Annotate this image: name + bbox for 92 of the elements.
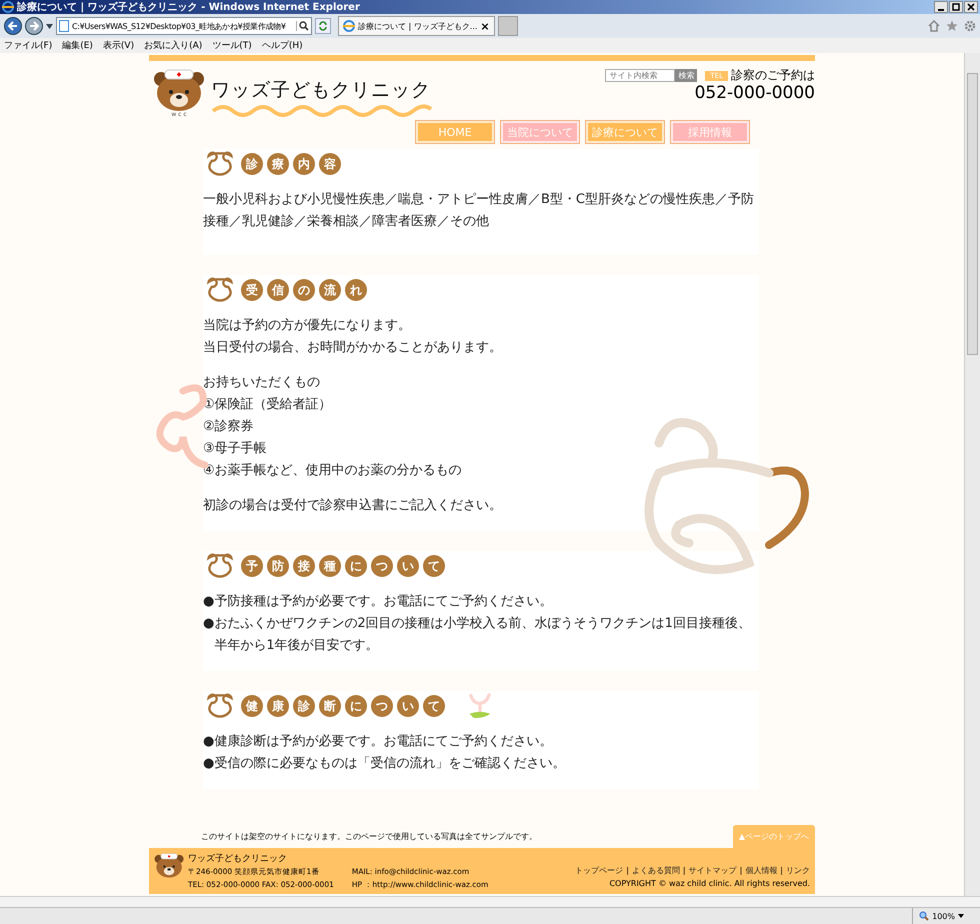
heading-character: い — [397, 555, 419, 577]
footer-link[interactable]: よくある質問 — [632, 864, 680, 877]
body-text: 予防接種は予約が必要です。お電話にてご予約ください。 — [214, 593, 552, 611]
clinic-name: ワッズ子どもクリニック — [188, 852, 288, 865]
heading-character: 接 — [293, 555, 315, 577]
maximize-icon — [952, 3, 960, 11]
search-button[interactable]: 検索 — [675, 69, 698, 82]
heading-character: 容 — [319, 153, 341, 175]
heading-character: つ — [371, 695, 393, 717]
star-icon — [946, 20, 958, 32]
forward-button[interactable] — [25, 17, 43, 35]
body-text: 健康診断は予約が必要です。お電話にてご予約ください。 — [214, 733, 552, 751]
body-text: お持ちいただくもの — [203, 374, 321, 392]
menu-item[interactable]: ヘルプ(H) — [262, 39, 303, 52]
heading-character: 受 — [241, 279, 263, 301]
footer-link[interactable]: 個人情報 — [745, 864, 778, 877]
back-arrow-icon — [8, 21, 18, 31]
body-text: 当日受付の場合、お時間がかかることがあります。 — [203, 339, 503, 357]
body-text: 受信の際に必要なものは「受信の流れ」をご確認ください。 — [214, 755, 566, 773]
site-name: ワッズ子どもクリニック — [211, 78, 432, 103]
copyright-text: COPYRIGHT © waz child clinic. All rights reserved. — [609, 878, 810, 890]
separator: | — [682, 865, 686, 877]
search-field[interactable]: サイト内検索 — [605, 69, 676, 82]
heading-character: 康 — [267, 695, 289, 717]
page-icon — [59, 20, 69, 32]
menu-item[interactable]: ファイル(F) — [4, 39, 52, 52]
menu-item[interactable]: ツール(T) — [212, 39, 252, 52]
close-icon — [967, 3, 975, 11]
heading-character: て — [423, 555, 445, 577]
bullet-marker: ● — [203, 593, 214, 611]
menu-item[interactable]: 表示(V) — [102, 39, 134, 52]
heading-character: 療 — [267, 153, 289, 175]
bear-nurse-icon — [153, 67, 205, 111]
bullet-marker: ● — [203, 615, 214, 633]
heading-character: の — [293, 279, 315, 301]
body-text: 一般小児科および小児慢性疾患／喘息・アトピー性皮膚／B型・C型肝炎などの慢性疾患／予防接種／乳児健診／栄養相談／障害者医療／その他 — [203, 191, 755, 231]
separator: | — [780, 865, 783, 877]
menu-item[interactable]: お気に入り(A) — [144, 39, 202, 52]
forward-arrow-icon — [29, 21, 39, 31]
heading-character: 予 — [241, 555, 263, 577]
heading-character: 種 — [319, 555, 341, 577]
close-button[interactable] — [964, 1, 978, 13]
settings-icon — [964, 20, 976, 32]
heading-character: 健 — [241, 695, 263, 717]
body-text: 当院は予約の方が優先になります。 — [203, 317, 412, 335]
body-text: おたふくかぜワクチンの2回目の接種は小学校入る前、水ぼうそうワクチンは1回目接種後、半年から1年後が目安です。 — [214, 615, 752, 655]
heading-character: て — [423, 695, 445, 717]
heading-character: い — [397, 695, 419, 717]
tel-caption: 診察のご予約は — [731, 67, 815, 84]
vertical-scrollbar[interactable] — [964, 53, 980, 896]
body-text: ③母子手帳 — [203, 440, 268, 458]
minimize-button[interactable] — [934, 1, 948, 13]
heading-character: 診 — [293, 695, 315, 717]
heading-character: 防 — [267, 555, 289, 577]
ie-logo-icon — [2, 1, 14, 13]
heading-character: に — [345, 555, 367, 577]
heading-character: れ — [345, 279, 367, 301]
disclaimer-text: このサイトは架空のサイトになります。このページで使用している写真は全てサンプルです。 — [201, 831, 537, 842]
body-text: ②診察券 — [203, 418, 255, 436]
heading-character: 断 — [319, 695, 341, 717]
separator: | — [626, 865, 629, 877]
magnifier-icon — [919, 911, 930, 921]
tab-close-button[interactable]: × — [480, 20, 490, 32]
heading-character: つ — [371, 555, 393, 577]
menu-item[interactable]: 編集(E) — [62, 39, 93, 52]
separator: | — [740, 865, 742, 877]
heading-character: 診 — [241, 153, 263, 175]
zoom-control[interactable]: 100% — [912, 908, 980, 924]
footer-link[interactable]: トップページ — [575, 864, 624, 877]
search-icon — [299, 21, 309, 31]
ie-page-icon — [343, 20, 355, 32]
maximize-button[interactable] — [949, 1, 963, 13]
caret-icon — [958, 914, 964, 918]
browser-tab[interactable]: 診療について | ワッズ子どもク... × — [338, 16, 495, 36]
home-icon — [928, 20, 940, 32]
refresh-button[interactable] — [315, 18, 331, 34]
body-text: 初診の場合は受付で診察申込書にご記入ください。 — [203, 497, 503, 515]
bear-nurse-icon — [154, 852, 184, 878]
footer-link[interactable]: リンク — [786, 864, 810, 877]
heading-character: 内 — [293, 153, 315, 175]
bullet-marker: ● — [203, 755, 214, 773]
footer-link[interactable]: サイトマップ — [688, 864, 737, 877]
caret-icon — [46, 24, 53, 28]
heading-character: 流 — [319, 279, 341, 301]
heading-character: 信 — [267, 279, 289, 301]
back-button[interactable] — [4, 17, 22, 35]
refresh-icon — [318, 21, 328, 31]
phone-number: 052-000-0000 — [694, 84, 815, 102]
bullet-marker: ● — [203, 733, 214, 751]
address-field[interactable]: C:¥Users¥WAS_S12¥Desktop¥03_畦地あかね¥授業作成物¥ — [56, 17, 312, 35]
window-title: 診療について | ワッズ子どもクリニック - Windows Internet Explorer — [17, 0, 361, 14]
heading-character: に — [345, 695, 367, 717]
